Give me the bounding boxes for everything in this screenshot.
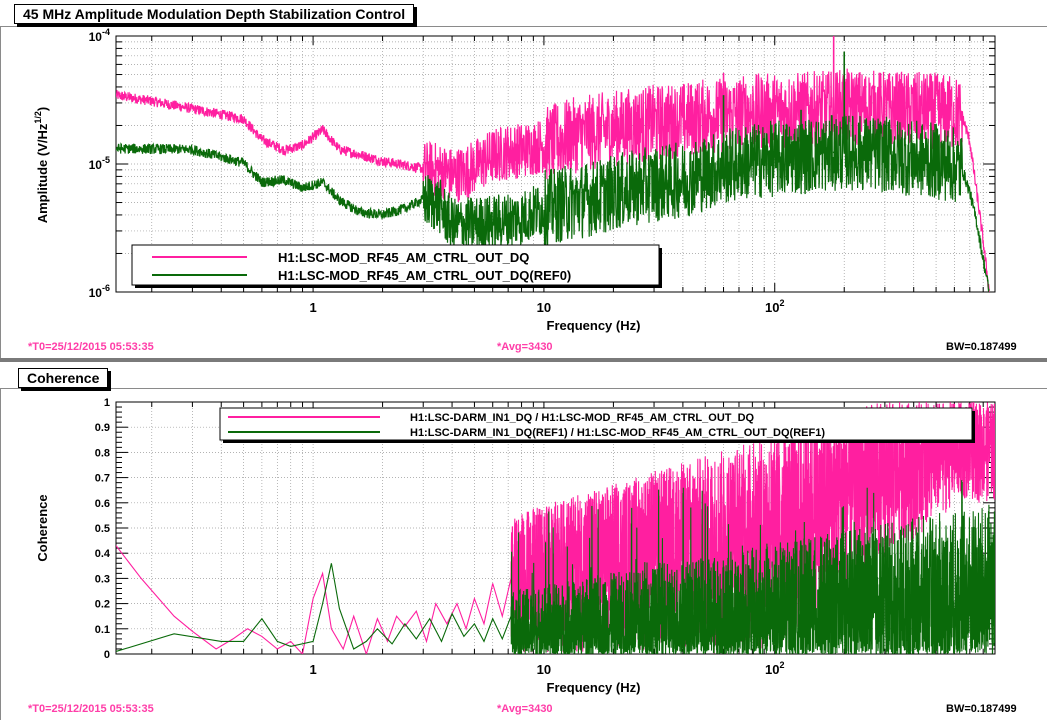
y-tick-label: 0.6: [95, 498, 110, 510]
y-tick-label: 0.8: [95, 447, 110, 459]
amplitude-footer-bw: BW=0.187499: [946, 341, 1017, 353]
y-tick-label: 0.9: [95, 422, 110, 434]
x-tick-label: 102: [765, 660, 784, 677]
x-axis-label: Frequency (Hz): [547, 680, 641, 695]
y-axis-label: Amplitude (V/Hz1/2): [33, 107, 50, 224]
x-tick-label: 1: [309, 662, 316, 677]
x-tick-label: 10: [537, 662, 551, 677]
coherence-footer-t0: *T0=25/12/2015 05:53:35: [28, 703, 154, 715]
coherence-chart: 1 10 102 Frequency (Hz) 0 0.1 0.2 0.3 0.4 0.5 0.6 0…: [35, 397, 996, 695]
x-axis-label: Frequency (Hz): [547, 318, 641, 333]
coherence-footer-bw: BW=0.187499: [946, 703, 1017, 715]
y-tick-label: 0: [104, 649, 110, 661]
legend-label: H1:LSC-DARM_IN1_DQ / H1:LSC-MOD_RF45_AM_…: [410, 412, 755, 424]
amplitude-footer-t0: *T0=25/12/2015 05:53:35: [28, 341, 154, 353]
amplitude-panel: 45 MHz Amplitude Modulation Depth Stabil…: [0, 0, 1047, 360]
amplitude-chart: 1 10 102 Frequency (Hz) 10-6 10-5 10-4 Amplitud…: [33, 27, 996, 333]
x-tick-label: 102: [765, 298, 784, 315]
y-tick-label: 0.1: [95, 624, 110, 636]
y-tick-label: 0.4: [95, 548, 111, 560]
x-tick-label: 1: [309, 300, 316, 315]
y-tick-label: 1: [104, 397, 110, 409]
coherence-panel: Coherence 1 10 102 Frequency (Hz) 0 0.1 0.2 0.3…: [0, 362, 1047, 720]
legend-label: H1:LSC-MOD_RF45_AM_CTRL_OUT_DQ: [278, 250, 529, 265]
amplitude-footer-avg: *Avg=3430: [497, 341, 553, 353]
coherence-footer-avg: *Avg=3430: [497, 703, 553, 715]
y-tick-label: 0.3: [95, 573, 110, 585]
y-tick-label: 10-5: [89, 155, 110, 172]
legend-label: H1:LSC-DARM_IN1_DQ(REF1) / H1:LSC-MOD_RF…: [410, 427, 825, 439]
y-tick-label: 10-6: [89, 283, 110, 300]
y-tick-label: 0.5: [95, 523, 110, 535]
y-tick-label: 0.7: [95, 473, 110, 485]
y-axis-label: Coherence: [35, 494, 50, 561]
x-tick-label: 10: [537, 300, 551, 315]
y-tick-label: 10-4: [89, 27, 110, 44]
legend-label: H1:LSC-MOD_RF45_AM_CTRL_OUT_DQ(REF0): [278, 268, 571, 283]
y-tick-label: 0.2: [95, 599, 110, 611]
